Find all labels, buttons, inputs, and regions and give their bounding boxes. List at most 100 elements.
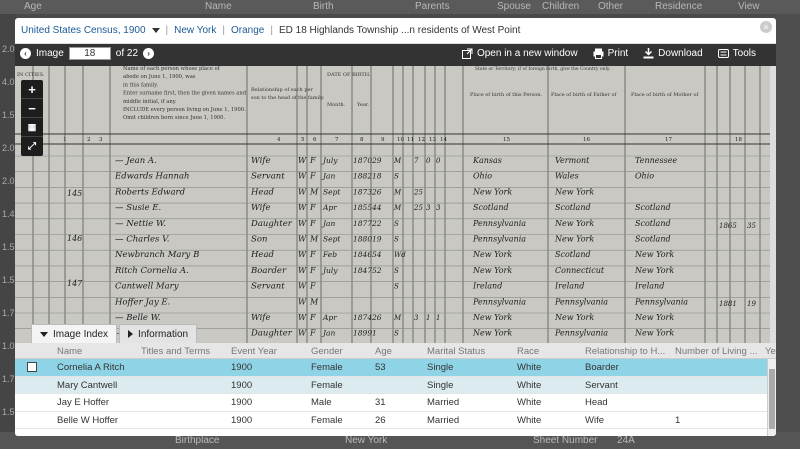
table-cell-marital: Single [427, 379, 454, 391]
tab-information[interactable]: Information [119, 324, 198, 343]
census-handwriting: Kansas [472, 156, 502, 165]
col-event-year[interactable]: Event Year [231, 346, 277, 357]
census-handwriting: Daughter [250, 219, 293, 229]
census-page-image: Name of each person whose place of abode … [15, 66, 776, 343]
census-handwriting: Head [250, 250, 275, 260]
census-margin-number: 19 [747, 300, 756, 308]
download-button[interactable]: Download [643, 48, 703, 59]
census-handwriting: F [309, 250, 316, 259]
census-year-title: Year. [356, 102, 370, 108]
zoom-out-button[interactable]: − [21, 99, 43, 118]
census-handwriting: Scotland [635, 203, 671, 212]
census-handwriting: Scotland [635, 235, 671, 244]
fullscreen-icon[interactable]: ⤢ [21, 137, 43, 156]
col-age[interactable]: Age [375, 346, 392, 357]
census-handwriting: W [298, 219, 307, 228]
zoom-controls: + − ▦ ⤢ [21, 80, 43, 156]
print-button[interactable]: Print [593, 48, 628, 59]
table-cell-relationship: Wife [585, 414, 604, 426]
breadcrumb-county[interactable]: Orange [231, 25, 264, 36]
grid-view-icon[interactable]: ▦ [21, 118, 43, 137]
col-living[interactable]: Number of Living ... [675, 346, 757, 357]
image-count: of 22 [115, 48, 139, 59]
bg-left-value: 2.0 [2, 176, 15, 186]
bg-left-value: 1.5 [2, 407, 15, 417]
census-handwriting: Sept [323, 187, 341, 196]
census-handwriting: F [309, 313, 316, 322]
col-gender[interactable]: Gender [311, 346, 343, 357]
scrollbar-thumb[interactable] [769, 369, 775, 429]
breadcrumb-separator: | [222, 25, 225, 36]
zoom-in-button[interactable]: + [21, 80, 43, 99]
table-cell-age: 26 [375, 414, 386, 426]
census-handwriting: Feb [322, 250, 337, 259]
census-column-number: 14 [440, 137, 447, 143]
census-margin-number: 35 [747, 222, 756, 230]
census-header-text: Enter surname first, then the given name… [123, 91, 247, 97]
background-right-column [776, 14, 800, 432]
census-handwriting: S [394, 330, 399, 338]
table-row[interactable]: Cornelia A Ritch 1900 Female 53 Single White B… [15, 359, 776, 377]
open-new-window-button[interactable]: Open in a new window [461, 48, 578, 59]
census-handwriting: 3 [426, 204, 431, 212]
record-icon[interactable] [27, 362, 37, 372]
image-number-input[interactable] [68, 47, 111, 60]
census-handwriting: Son [251, 235, 267, 245]
table-cell-gender: Male [311, 397, 332, 408]
bg-left-value: 2.0 [2, 44, 15, 54]
census-column-number: 17 [665, 137, 672, 143]
census-handwriting: S [394, 220, 399, 228]
census-handwriting: S [394, 283, 399, 291]
next-image-button[interactable]: › [143, 48, 155, 59]
table-cell-marital: Single [427, 362, 454, 373]
caret-down-icon [40, 331, 48, 337]
census-handwriting: 1 [372, 329, 377, 338]
census-header-text: Omit children born since June 1, 1900. [123, 115, 225, 121]
census-handwriting: M [393, 204, 402, 212]
table-scrollbar[interactable] [767, 359, 776, 436]
table-row[interactable]: Mary Cantwell 1900 Female Single White Servan… [15, 376, 776, 394]
chevron-down-icon[interactable] [151, 28, 160, 33]
bg-col-parents: Parents [415, 1, 450, 12]
census-handwriting: 1899 [353, 329, 372, 338]
census-handwriting: S [394, 173, 399, 181]
census-image-viewer[interactable]: Name of each person whose place of abode … [15, 66, 776, 343]
census-handwriting: 54 [372, 250, 382, 259]
census-handwriting: New York [634, 266, 674, 275]
col-relationship[interactable]: Relationship to H... [585, 346, 665, 357]
col-titles[interactable]: Titles and Terms [141, 346, 210, 357]
col-name[interactable]: Name [57, 346, 82, 357]
previous-image-button[interactable]: ‹ [20, 48, 31, 59]
census-handwriting: 1855 [353, 203, 372, 212]
bg-col-other: Other [598, 1, 624, 12]
census-handwriting: 22 [371, 219, 382, 228]
census-column-number: 15 [503, 137, 510, 143]
table-cell-year: 1900 [231, 414, 253, 426]
census-handwriting: 1874 [353, 313, 372, 322]
table-row[interactable]: Belle W Hoffer 1900 Female 26 Married White Wi… [15, 412, 776, 429]
table-row[interactable]: Jay E Hoffer 1900 Male 31 Married White Head [15, 394, 776, 412]
census-header-text: abode on June 1, 1900, was [123, 74, 196, 80]
col-race[interactable]: Race [517, 346, 539, 357]
tab-image-index-label: Image Index [53, 328, 109, 340]
census-dwelling-number: 146 [67, 234, 82, 243]
census-handwriting: New York [634, 250, 674, 259]
close-icon[interactable]: × [760, 21, 772, 33]
breadcrumb-collection[interactable]: United States Census, 1900 [21, 25, 146, 36]
census-handwriting: 1882 [353, 172, 372, 181]
census-handwriting: 1847 [353, 266, 372, 275]
bg-col-birth: Birth [313, 1, 334, 12]
census-handwriting: Wife [251, 156, 270, 166]
tools-button[interactable]: Tools [717, 48, 756, 59]
census-column-number: 8 [360, 137, 364, 143]
col-year[interactable]: Ye [765, 346, 776, 357]
tab-image-index[interactable]: Image Index [31, 324, 118, 343]
viewer-scrollbar[interactable] [770, 66, 776, 343]
open-new-window-label: Open in a new window [476, 48, 578, 59]
image-viewer-modal: United States Census, 1900 | New York | … [15, 18, 776, 436]
census-handwriting: W [298, 313, 307, 322]
col-marital-status[interactable]: Marital Status [427, 346, 485, 357]
census-handwriting: 1877 [353, 219, 372, 228]
breadcrumb-state[interactable]: New York [174, 25, 216, 36]
census-handwriting: Tennessee [635, 156, 677, 165]
